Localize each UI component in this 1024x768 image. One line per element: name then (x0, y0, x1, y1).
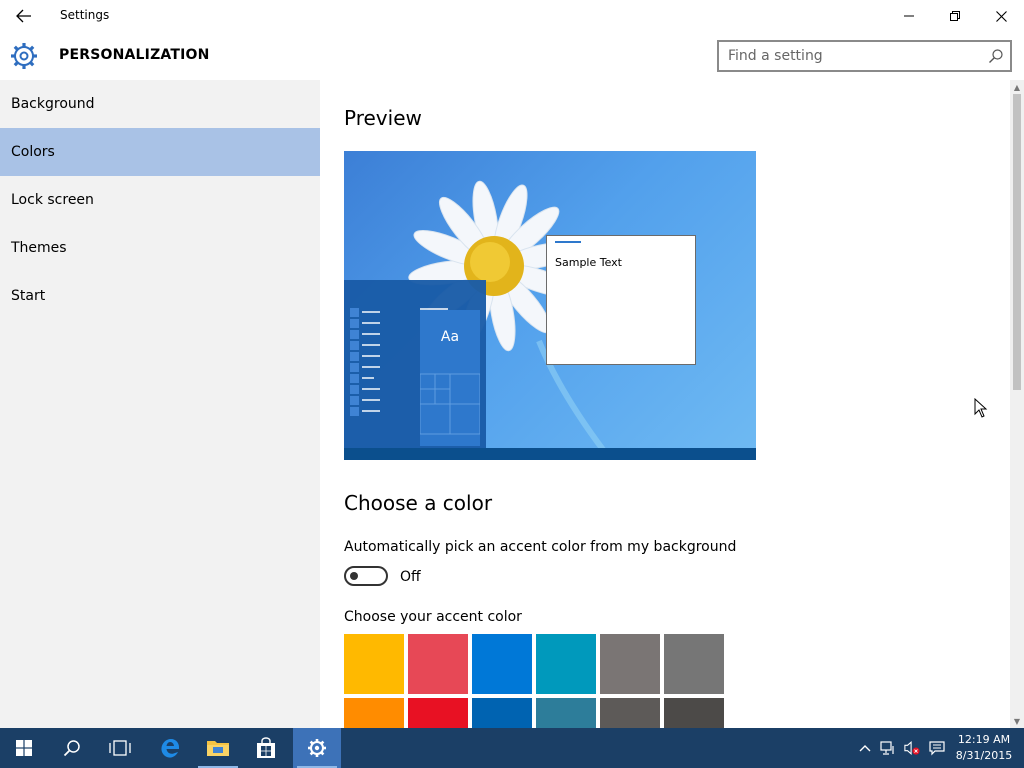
auto-accent-label: Automatically pick an accent color from … (344, 539, 737, 555)
show-hidden-icons-button[interactable] (857, 740, 873, 756)
accent-color-label: Choose your accent color (344, 609, 522, 625)
gear-icon (11, 43, 37, 69)
close-button[interactable] (978, 0, 1024, 32)
chevron-up-icon (859, 745, 871, 752)
sidebar: Background Colors Lock screen Themes Sta… (0, 80, 320, 728)
accent-swatch[interactable] (344, 698, 404, 728)
settings-taskbar-button[interactable] (293, 728, 341, 768)
back-arrow-icon (16, 9, 31, 23)
accent-swatch[interactable] (664, 698, 724, 728)
preview-sample-window: Sample Text (546, 235, 696, 365)
accent-swatch[interactable] (536, 698, 596, 728)
sample-accent-line (555, 241, 581, 243)
windows-logo-icon (16, 740, 32, 756)
preview-image: Aa Sample Text (344, 151, 756, 460)
volume-muted-icon (904, 741, 920, 755)
store-button[interactable] (242, 728, 290, 768)
main-scrollbar[interactable]: ▲ ▼ (1010, 80, 1024, 728)
accent-swatch[interactable] (344, 634, 404, 694)
volume-tray-button[interactable] (904, 740, 920, 756)
sidebar-item-label: Start (11, 288, 46, 304)
sidebar-item-lock-screen[interactable]: Lock screen (0, 176, 320, 224)
clock-time: 12:19 AM (957, 733, 1011, 746)
sidebar-item-label: Background (11, 96, 95, 112)
preview-tile-text: Aa (440, 329, 460, 345)
window-title: Settings (60, 8, 110, 22)
accent-swatch[interactable] (536, 634, 596, 694)
scroll-down-icon[interactable]: ▼ (1010, 714, 1024, 728)
main-content: Preview Aa Sample Text Choose a color Au… (320, 80, 1010, 728)
scroll-thumb[interactable] (1013, 94, 1021, 390)
accent-swatch[interactable] (472, 698, 532, 728)
sidebar-item-themes[interactable]: Themes (0, 224, 320, 272)
accent-swatch[interactable] (664, 634, 724, 694)
back-button[interactable] (8, 4, 40, 28)
sidebar-item-background[interactable]: Background (0, 80, 320, 128)
accent-swatch[interactable] (600, 698, 660, 728)
preview-taskbar (344, 448, 756, 460)
menu-lines-icon (350, 308, 380, 416)
edge-browser-button[interactable] (146, 728, 194, 768)
restore-button[interactable] (932, 0, 978, 32)
action-center-button[interactable] (929, 740, 945, 756)
network-tray-button[interactable] (880, 740, 896, 756)
task-view-button[interactable] (96, 728, 144, 768)
taskbar-clock[interactable]: 12:19 AM 8/31/2015 (952, 732, 1016, 764)
close-icon (995, 10, 1007, 22)
section-title: PERSONALIZATION (59, 47, 210, 63)
gear-icon (308, 739, 326, 757)
minimize-button[interactable] (886, 0, 932, 32)
start-button[interactable] (0, 728, 48, 768)
taskbar-search-button[interactable] (48, 728, 96, 768)
settings-header: PERSONALIZATION (0, 32, 1024, 80)
sidebar-item-label: Colors (11, 144, 55, 160)
scroll-up-icon[interactable]: ▲ (1010, 80, 1024, 94)
toggle-state-label: Off (400, 569, 421, 585)
search-icon[interactable] (988, 48, 1004, 64)
search-input[interactable] (728, 47, 978, 65)
choose-color-heading: Choose a color (344, 491, 493, 515)
notification-icon (929, 741, 945, 756)
auto-accent-toggle[interactable] (344, 566, 388, 586)
accent-swatch[interactable] (408, 698, 468, 728)
mouse-cursor-icon (974, 398, 988, 418)
restore-icon (950, 11, 960, 21)
sidebar-item-label: Lock screen (11, 192, 94, 208)
minimize-icon (904, 15, 914, 17)
accent-swatch[interactable] (600, 634, 660, 694)
title-bar: Settings (0, 0, 1024, 32)
sidebar-item-label: Themes (11, 240, 67, 256)
accent-swatch[interactable] (408, 634, 468, 694)
search-icon (63, 740, 80, 757)
folder-icon (207, 741, 229, 756)
accent-swatch[interactable] (472, 634, 532, 694)
task-view-icon (109, 740, 131, 756)
preview-heading: Preview (344, 106, 422, 130)
edge-icon (161, 739, 179, 758)
toggle-knob (350, 572, 358, 580)
taskbar: 12:19 AM 8/31/2015 (0, 728, 1024, 768)
clock-date: 8/31/2015 (955, 749, 1013, 762)
sidebar-item-start[interactable]: Start (0, 272, 320, 320)
network-icon (880, 741, 894, 755)
search-box[interactable] (717, 40, 1012, 72)
store-bag-icon (257, 737, 275, 758)
sidebar-item-colors[interactable]: Colors (0, 128, 320, 176)
file-explorer-button[interactable] (194, 728, 242, 768)
sample-text: Sample Text (555, 256, 622, 269)
